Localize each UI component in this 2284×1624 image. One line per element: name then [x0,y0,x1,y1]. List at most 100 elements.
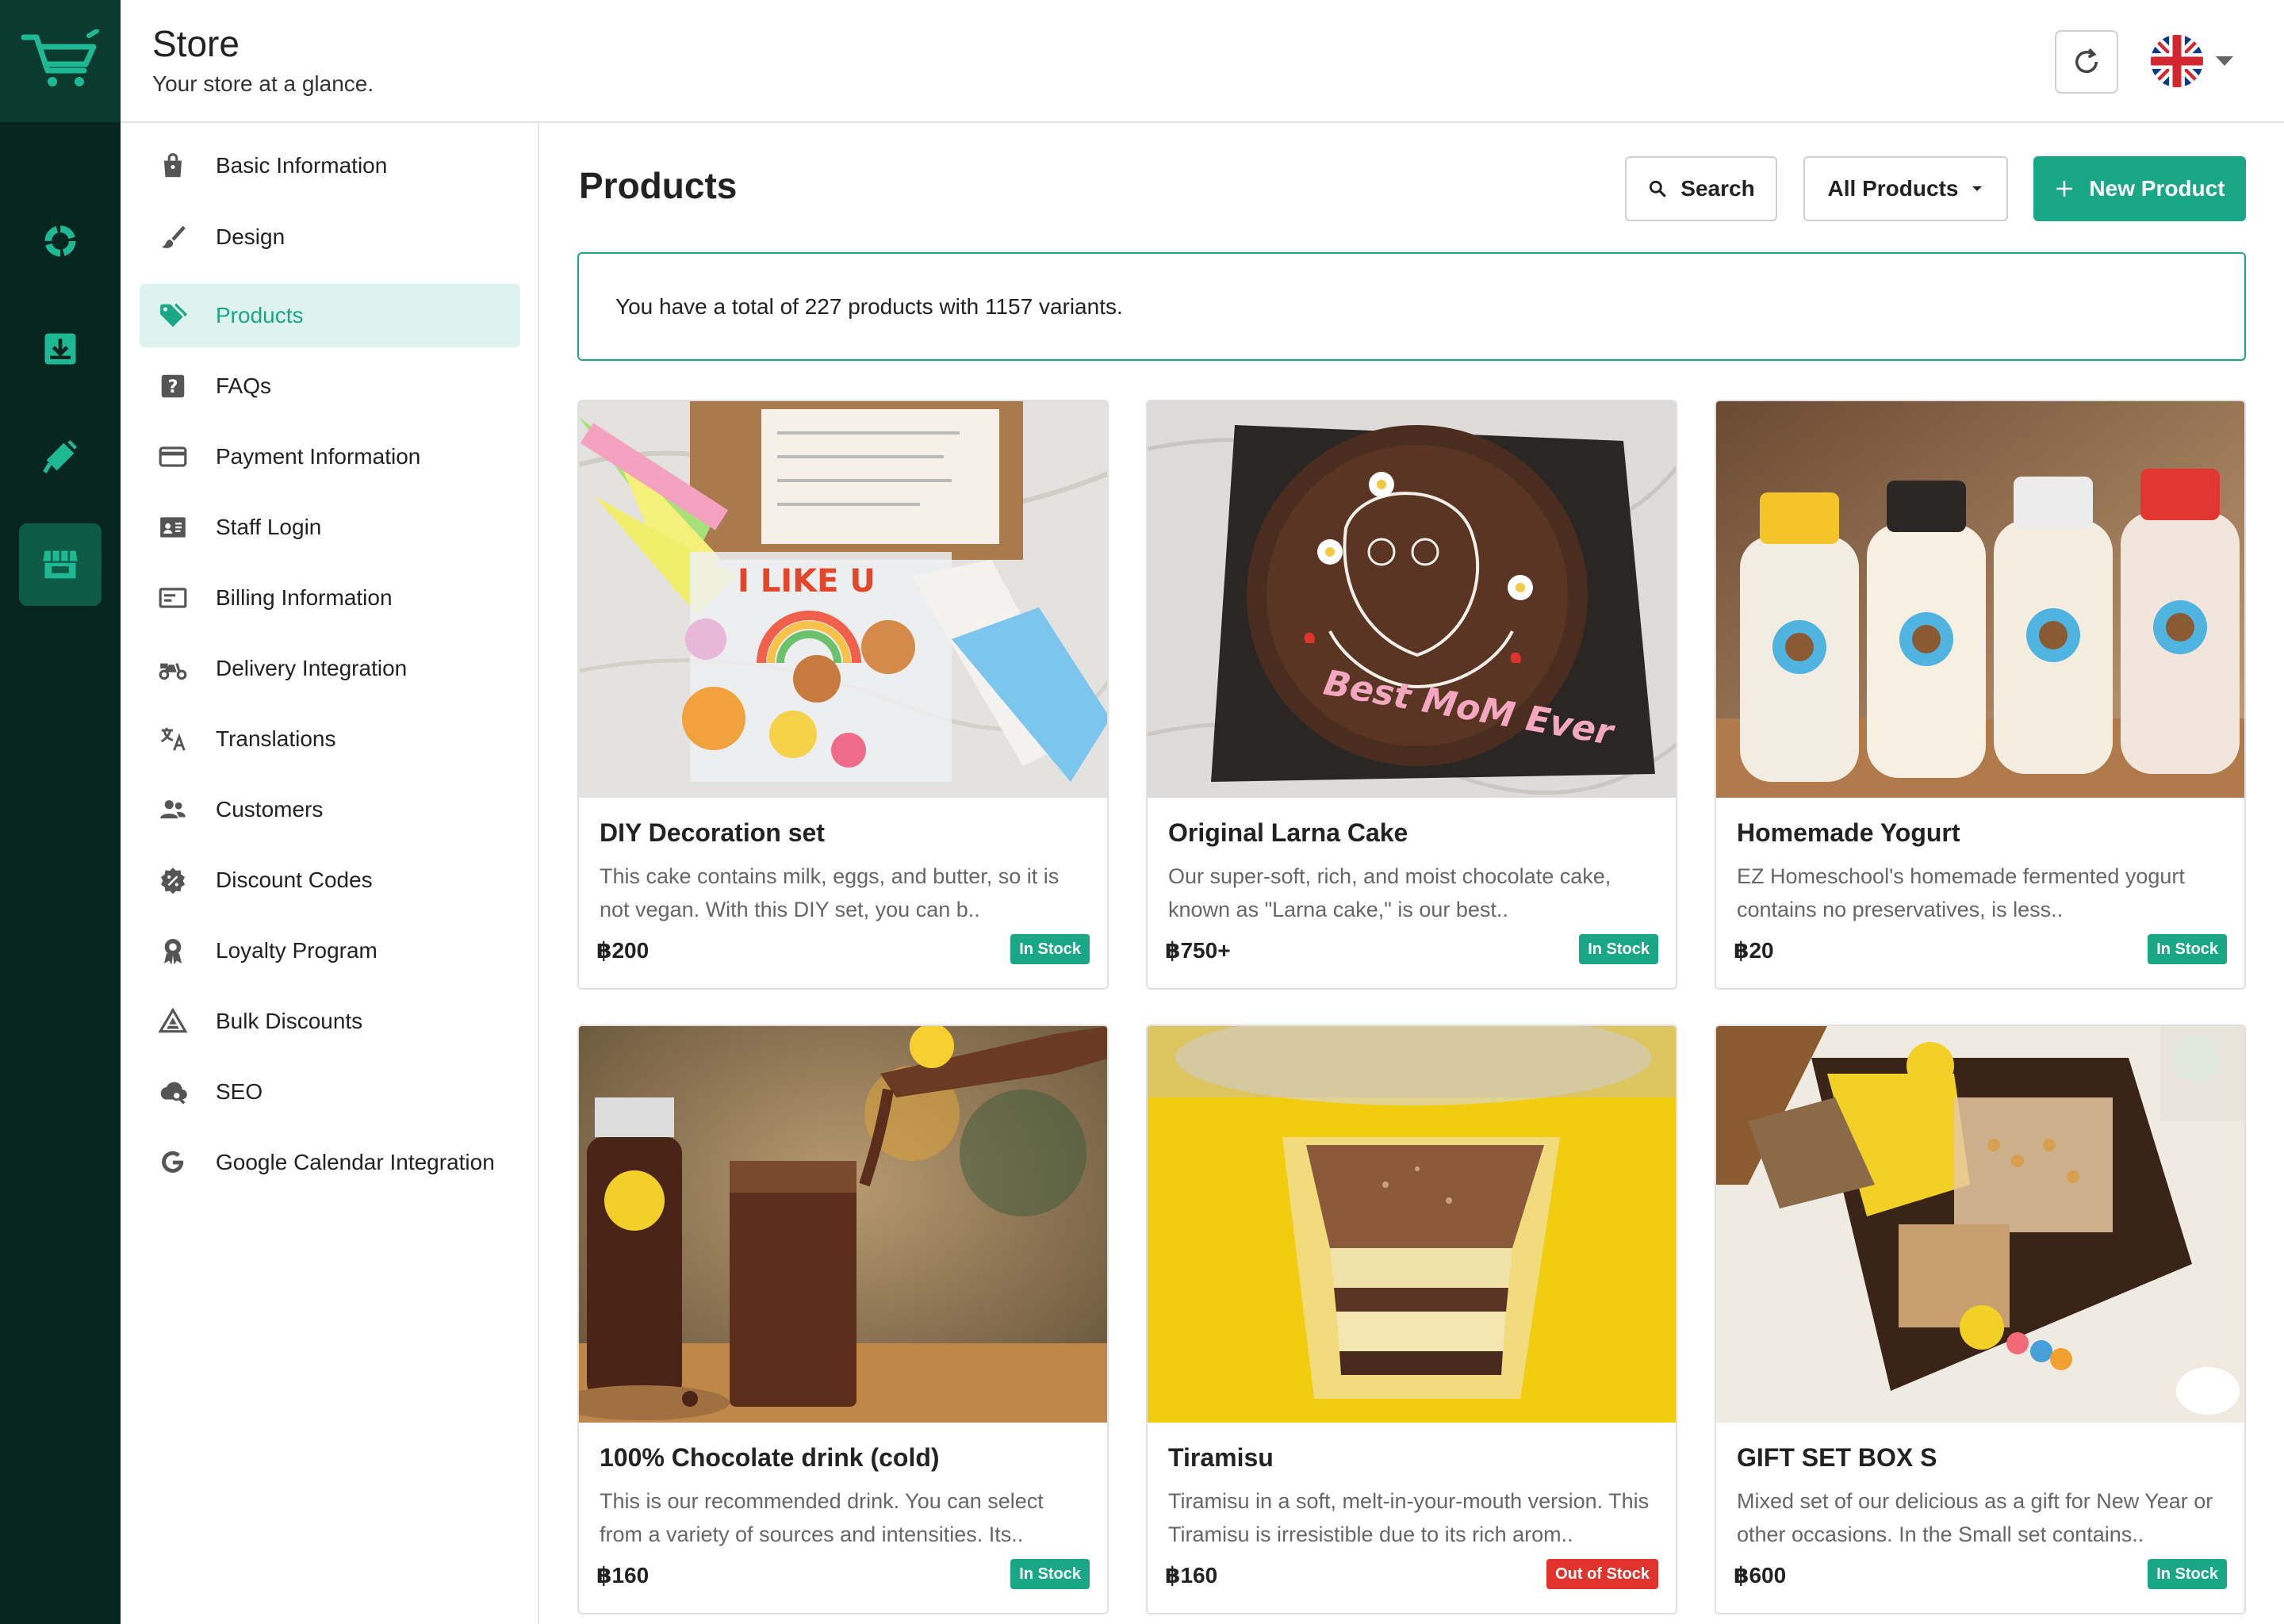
discount-icon [157,864,189,896]
sidebar-item-label: Staff Login [216,515,322,539]
sidebar-item-design[interactable]: Design [140,205,520,269]
plus-icon [2056,181,2073,197]
product-price: ฿160 [1165,1563,1218,1588]
credit-card-icon [157,441,189,473]
rail-dashboard-button[interactable] [19,200,102,282]
language-selector[interactable] [2151,33,2246,89]
product-image: Best MoM Ever [1148,401,1676,798]
refresh-icon [2075,48,2098,74]
settings-sidebar: Basic Information Design Products ? FAQs… [121,123,539,1624]
products-panel: Products Search All Products New Product… [541,123,2284,1624]
sidebar-item-billing-information[interactable]: Billing Information [140,566,520,630]
product-name: GIFT SET BOX S [1737,1443,1937,1472]
sidebar-item-label: Basic Information [216,153,388,178]
cart-logo-icon [21,29,99,86]
product-card[interactable]: I LIKE U DIY Decoration set This cake co… [577,400,1109,990]
sidebar-item-google-calendar-integration[interactable]: Google Calendar Integration [140,1131,520,1194]
sidebar-item-loyalty-program[interactable]: Loyalty Program [140,919,520,982]
brush-icon [157,221,189,253]
sidebar-item-label: SEO [216,1079,263,1104]
sidebar-item-products[interactable]: Products [140,284,520,347]
product-description: Mixed set of our delicious as a gift for… [1737,1489,2213,1546]
product-name: DIY Decoration set [600,818,825,847]
sidebar-item-label: Customers [216,797,324,822]
sidebar-item-customers[interactable]: Customers [140,778,520,841]
product-description: Our super-soft, rich, and moist chocolat… [1168,864,1611,921]
inbox-download-icon [44,333,76,365]
bag-icon [157,150,189,182]
product-price: ฿200 [596,938,650,963]
page-title: Products [579,165,738,206]
sidebar-item-faqs[interactable]: ? FAQs [140,354,520,418]
sidebar-item-label: Bulk Discounts [216,1009,363,1033]
app-rail [0,0,121,1624]
tag-icon [157,300,189,331]
sidebar-item-basic-information[interactable]: Basic Information [140,134,520,197]
new-product-button[interactable]: New Product [2033,156,2246,221]
product-image [1148,1026,1676,1423]
svg-text:?: ? [168,377,178,397]
billing-card-icon [157,582,189,614]
logo[interactable] [0,0,121,122]
award-icon [157,935,189,967]
sidebar-item-payment-information[interactable]: Payment Information [140,425,520,488]
search-icon [1650,180,1667,197]
chevron-down-icon [2216,56,2233,66]
uk-flag-icon [2151,35,2203,87]
sidebar-item-label: Design [216,224,286,249]
cloud-search-icon [157,1076,189,1108]
search-button[interactable]: Search [1625,156,1777,221]
megaphone-icon [43,439,78,473]
donut-chart-icon [44,225,76,257]
product-price: ฿600 [1734,1563,1787,1588]
rail-inbox-button[interactable] [19,308,102,390]
product-image [1716,1026,2244,1423]
product-description: This is our recommended drink. You can s… [600,1489,1044,1546]
rail-store-button[interactable] [19,523,102,606]
top-header: Store Your store at a glance. [121,0,2284,123]
product-price: ฿20 [1734,938,1774,963]
product-description: EZ Homeschool's homemade fermented yogur… [1737,864,2185,921]
product-card[interactable]: 100% Chocolate drink (cold) This is our … [577,1025,1109,1614]
product-card[interactable]: Best MoM Ever Original Larna Cake Our su… [1146,400,1677,990]
page-header-subtitle: Your store at a glance. [152,71,374,96]
stock-badge: In Stock [1579,934,1658,964]
stock-badge: In Stock [2148,934,2227,964]
svg-text:I LIKE U: I LIKE U [738,563,876,599]
product-image [1716,401,2244,798]
product-card[interactable]: GIFT SET BOX S Mixed set of our deliciou… [1715,1025,2246,1614]
product-filter-label: All Products [1827,176,1959,201]
sidebar-item-label: Discount Codes [216,868,373,892]
product-filter-dropdown[interactable]: All Products [1803,156,2008,221]
product-image [579,1026,1107,1423]
rail-marketing-button[interactable] [19,416,102,498]
sidebar-item-seo[interactable]: SEO [140,1060,520,1124]
stock-badge: In Stock [1010,934,1090,964]
sidebar-item-delivery-integration[interactable]: Delivery Integration [140,637,520,700]
product-name: Tiramisu [1168,1443,1274,1472]
stock-badge: In Stock [2148,1559,2227,1589]
sidebar-item-label: Billing Information [216,585,393,610]
google-icon [157,1147,189,1178]
pyramid-icon [157,1005,189,1037]
search-button-label: Search [1680,176,1755,201]
sidebar-item-staff-login[interactable]: Staff Login [140,496,520,559]
translate-icon [157,723,189,755]
product-image: I LIKE U [579,401,1107,798]
caret-down-icon [1972,186,1983,191]
stock-badge: In Stock [1010,1559,1090,1589]
sidebar-item-bulk-discounts[interactable]: Bulk Discounts [140,990,520,1053]
sidebar-item-translations[interactable]: Translations [140,707,520,771]
sidebar-item-label: Google Calendar Integration [216,1150,495,1174]
page-header-title: Store [152,23,240,64]
product-description: Tiramisu in a soft, melt-in-your-mouth v… [1168,1489,1650,1546]
product-description: This cake contains milk, eggs, and butte… [600,864,1060,921]
sidebar-item-label: Delivery Integration [216,656,408,680]
sidebar-item-discount-codes[interactable]: Discount Codes [140,848,520,912]
stock-badge: Out of Stock [1546,1559,1658,1589]
product-name: Original Larna Cake [1168,818,1408,847]
refresh-button[interactable] [2055,30,2118,94]
product-card[interactable]: Tiramisu Tiramisu in a soft, melt-in-you… [1146,1025,1677,1614]
product-card[interactable]: Homemade Yogurt EZ Homeschool's homemade… [1715,400,2246,990]
new-product-label: New Product [2089,176,2225,201]
